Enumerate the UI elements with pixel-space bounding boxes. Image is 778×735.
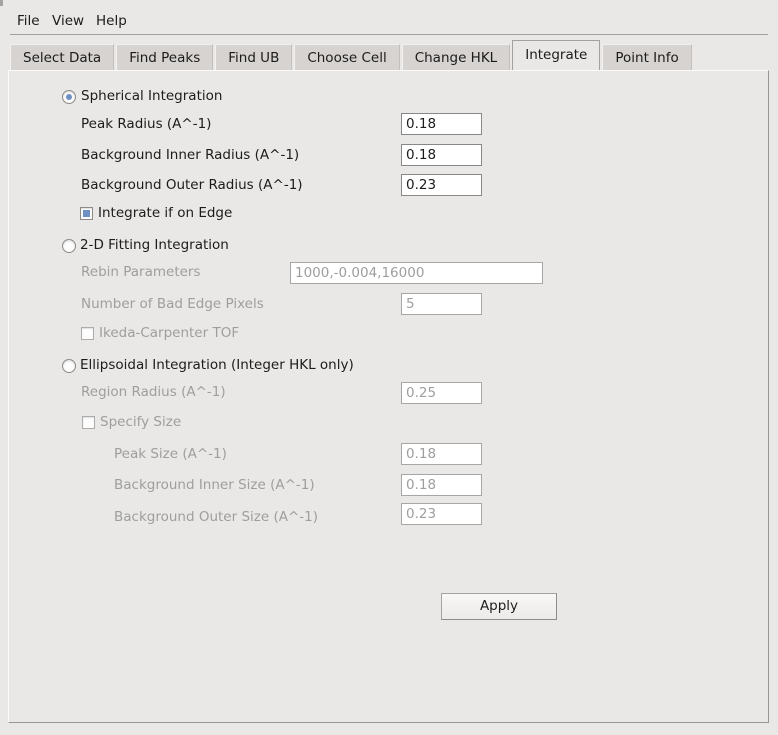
tab-choose-cell[interactable]: Choose Cell — [294, 44, 400, 70]
menu-help[interactable]: Help — [96, 13, 127, 30]
tab-find-ub[interactable]: Find UB — [215, 44, 293, 70]
menu-file[interactable]: File — [17, 13, 40, 30]
tab-integrate[interactable]: Integrate — [512, 40, 601, 70]
tabbar: Select Data Find Peaks Find UB Choose Ce… — [10, 40, 694, 70]
menu-view[interactable]: View — [52, 13, 84, 30]
integrate-tab-panel — [8, 70, 769, 723]
menubar-separator — [10, 34, 768, 35]
tab-change-hkl[interactable]: Change HKL — [401, 44, 511, 70]
tab-find-peaks[interactable]: Find Peaks — [116, 44, 214, 70]
window-corner-mark — [0, 0, 3, 6]
tab-point-info[interactable]: Point Info — [602, 44, 692, 70]
tab-select-data[interactable]: Select Data — [10, 44, 115, 70]
